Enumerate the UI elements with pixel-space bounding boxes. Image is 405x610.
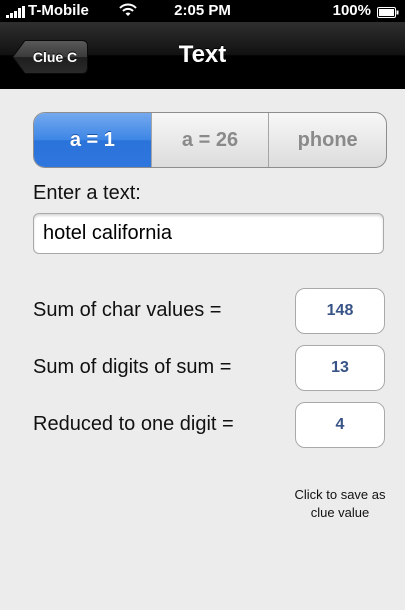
segment-a-equals-1[interactable]: a = 1 bbox=[34, 113, 151, 167]
battery-icon bbox=[377, 5, 399, 18]
sum-char-values-button[interactable]: 148 bbox=[295, 288, 385, 334]
reduced-digit-button[interactable]: 4 bbox=[295, 402, 385, 448]
sum-digits-label: Sum of digits of sum = bbox=[33, 356, 232, 378]
sum-digits-button[interactable]: 13 bbox=[295, 345, 385, 391]
text-input-label: Enter a text: bbox=[33, 182, 141, 204]
back-button[interactable]: Clue C bbox=[12, 40, 88, 74]
sum-char-values-label: Sum of char values = bbox=[33, 299, 222, 321]
segment-phone[interactable]: phone bbox=[268, 113, 386, 167]
navigation-bar: Text Clue C bbox=[0, 22, 405, 89]
battery-percent: 100% bbox=[332, 2, 371, 19]
segment-a-equals-26[interactable]: a = 26 bbox=[150, 113, 269, 167]
save-hint: Click to save as clue value bbox=[294, 487, 386, 520]
reduced-digit-label: Reduced to one digit = bbox=[33, 413, 234, 435]
text-input[interactable] bbox=[33, 213, 384, 254]
status-bar: T-Mobile 2:05 PM 100% bbox=[0, 0, 405, 22]
mode-segmented-control: a = 1 a = 26 phone bbox=[33, 112, 387, 168]
back-button-label: Clue C bbox=[32, 49, 78, 65]
